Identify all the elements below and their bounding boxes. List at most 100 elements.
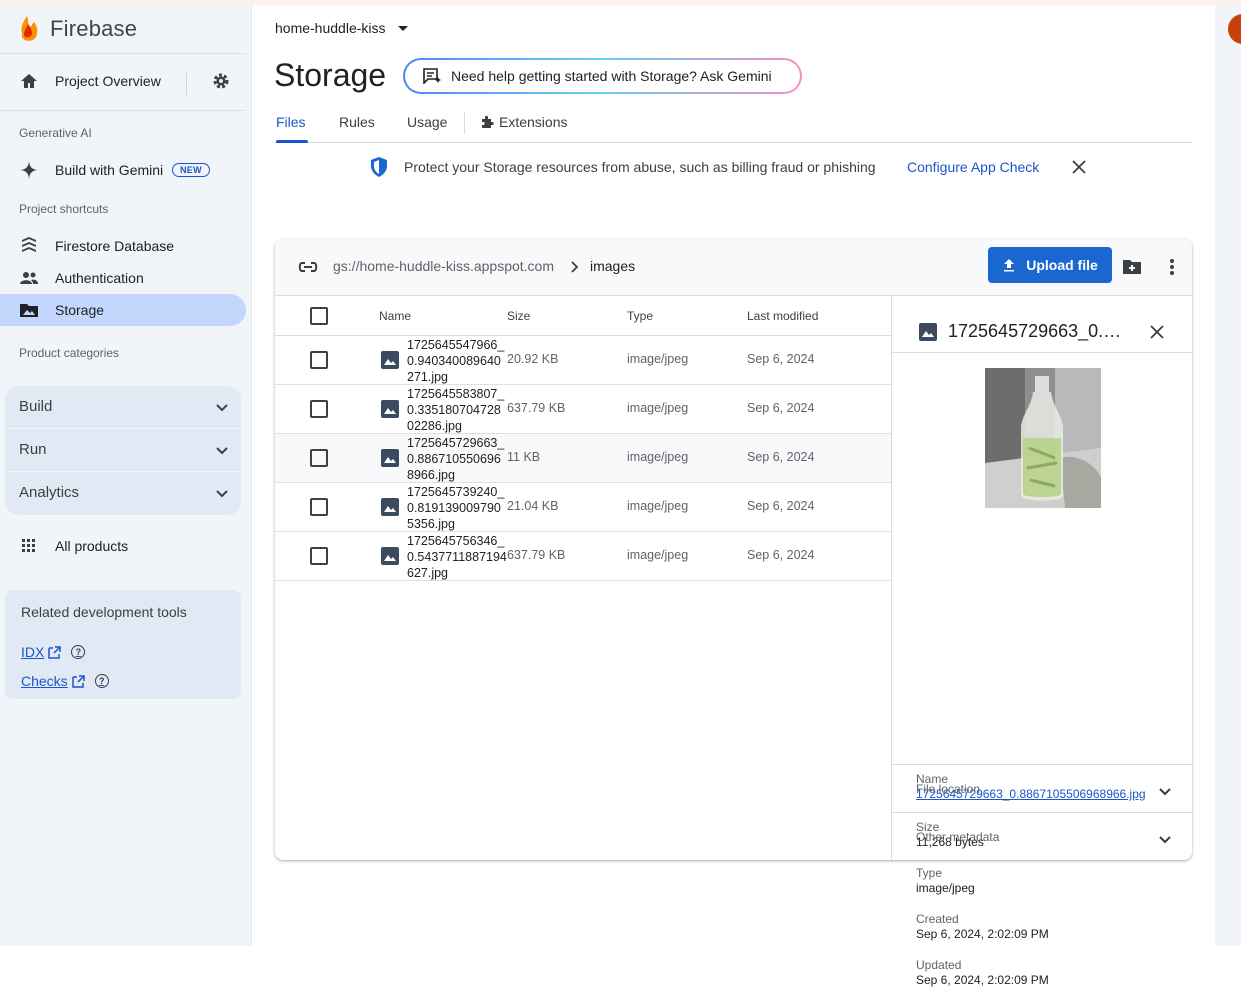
tab-extensions[interactable]: Extensions: [480, 114, 567, 130]
category-build[interactable]: Build: [5, 386, 241, 429]
file-type: image/jpeg: [627, 401, 689, 415]
checks-link[interactable]: Checks ?: [21, 673, 109, 689]
settings-gear-icon[interactable]: [212, 72, 230, 90]
divider: [0, 53, 246, 54]
column-last-modified[interactable]: Last modified: [747, 309, 818, 323]
row-checkbox[interactable]: [310, 449, 328, 467]
section-label-generative-ai: Generative AI: [19, 126, 92, 140]
nav-firestore-database[interactable]: Firestore Database: [0, 230, 246, 262]
chevron-right-icon: [571, 261, 579, 273]
nav-authentication[interactable]: Authentication: [0, 262, 246, 294]
bucket-path[interactable]: gs://home-huddle-kiss.appspot.com: [333, 258, 554, 274]
row-checkbox[interactable]: [310, 400, 328, 418]
row-checkbox[interactable]: [310, 498, 328, 516]
grid-icon: [22, 539, 35, 552]
chevron-down-icon: [216, 490, 228, 498]
nav-all-products[interactable]: All products: [0, 530, 246, 562]
category-run[interactable]: Run: [5, 429, 241, 472]
file-modified: Sep 6, 2024: [747, 352, 815, 366]
link-icon[interactable]: [297, 258, 319, 276]
file-name[interactable]: 1725645739240_0.8191390097905356.jpg: [407, 484, 507, 532]
file-size: 11 KB: [507, 450, 541, 464]
image-file-icon: [381, 400, 399, 418]
folder-path[interactable]: images: [590, 258, 635, 274]
link-label: Checks: [21, 673, 68, 689]
image-preview-thumbnail[interactable]: [985, 368, 1101, 508]
detail-created-value: Sep 6, 2024, 2:02:09 PM: [916, 927, 1049, 941]
file-modified: Sep 6, 2024: [747, 450, 815, 464]
column-type[interactable]: Type: [627, 309, 653, 323]
table-row[interactable]: 1725645583807_0.33518070472802286.jpg 63…: [275, 385, 891, 434]
divider: [0, 110, 246, 111]
file-name[interactable]: 1725645729663_0.8867105506968966.jpg: [407, 435, 507, 483]
open-in-new-icon: [71, 674, 85, 688]
tab-rules[interactable]: Rules: [339, 114, 375, 130]
file-detail-panel: 1725645729663_0.… Name 1725645729663_0.8…: [891, 296, 1192, 987]
create-folder-icon[interactable]: [1122, 258, 1142, 276]
ask-gemini-button[interactable]: Need help getting started with Storage? …: [403, 58, 802, 94]
tab-bar: Files Rules Usage Extensions: [275, 106, 1192, 143]
image-file-icon: [381, 498, 399, 516]
open-in-new-icon: [48, 645, 62, 659]
row-checkbox[interactable]: [310, 547, 328, 565]
section-label: Other metadata: [916, 830, 1000, 844]
idx-link[interactable]: IDX ?: [21, 644, 86, 660]
help-icon[interactable]: ?: [94, 674, 109, 688]
firestore-icon: [22, 237, 36, 252]
category-label: Analytics: [19, 484, 80, 501]
banner-text: Protect your Storage resources from abus…: [404, 159, 876, 175]
select-all-checkbox[interactable]: [310, 307, 328, 325]
detail-title: 1725645729663_0.…: [948, 321, 1122, 341]
nav-project-overview[interactable]: Project Overview: [0, 65, 246, 97]
link-label: IDX: [21, 644, 45, 660]
table-row-selected[interactable]: 1725645729663_0.8867105506968966.jpg 11 …: [275, 434, 891, 483]
row-checkbox[interactable]: [310, 351, 328, 369]
image-file-icon: [381, 449, 399, 467]
page-title: Storage: [274, 57, 387, 93]
close-icon[interactable]: [1071, 159, 1087, 175]
file-type: image/jpeg: [627, 450, 689, 464]
table-row[interactable]: 1725645739240_0.8191390097905356.jpg 21.…: [275, 483, 891, 532]
tab-files[interactable]: Files: [276, 114, 306, 130]
more-vert-icon[interactable]: [1169, 258, 1175, 276]
divider: [186, 73, 187, 95]
people-icon: [20, 272, 38, 284]
help-icon[interactable]: ?: [71, 645, 86, 659]
file-type: image/jpeg: [627, 548, 689, 562]
file-name[interactable]: 1725645547966_0.940340089640271.jpg: [407, 337, 507, 385]
nav-label: Firestore Database: [55, 238, 175, 254]
column-size[interactable]: Size: [507, 309, 530, 323]
nav-label: Build with Gemini: [55, 162, 164, 178]
file-size: 637.79 KB: [507, 401, 566, 415]
tab-label: Extensions: [499, 114, 568, 130]
file-name[interactable]: 1725645583807_0.33518070472802286.jpg: [407, 386, 507, 434]
detail-updated-label: Updated: [916, 958, 962, 972]
home-icon: [21, 74, 37, 88]
category-label: Build: [19, 398, 53, 415]
tab-usage[interactable]: Usage: [407, 114, 447, 130]
detail-updated-value: Sep 6, 2024, 2:02:09 PM: [916, 973, 1049, 987]
file-name[interactable]: 1725645756346_0.5437711887194627.jpg: [407, 533, 507, 581]
table-row[interactable]: 1725645547966_0.940340089640271.jpg 20.9…: [275, 336, 891, 385]
file-location-section[interactable]: File location: [892, 764, 1192, 812]
ask-gemini-inner: Need help getting started with Storage? …: [405, 60, 800, 92]
divider: [464, 112, 465, 134]
chevron-down-icon: [216, 447, 228, 455]
category-analytics[interactable]: Analytics: [5, 472, 241, 515]
column-name[interactable]: Name: [379, 309, 411, 323]
other-metadata-section[interactable]: Other metadata: [892, 812, 1192, 860]
configure-app-check-link[interactable]: Configure App Check: [907, 159, 1039, 175]
table-row[interactable]: 1725645756346_0.5437711887194627.jpg 637…: [275, 532, 891, 581]
related-tools-title: Related development tools: [21, 604, 187, 620]
section-label-categories: Product categories: [19, 346, 120, 360]
dropdown-caret-icon: [397, 25, 408, 31]
close-icon[interactable]: [1149, 324, 1165, 340]
nav-storage[interactable]: Storage: [0, 294, 246, 326]
file-type: image/jpeg: [627, 499, 689, 513]
upload-file-button[interactable]: Upload file: [988, 247, 1112, 283]
file-browser-card: gs://home-huddle-kiss.appspot.com images…: [275, 239, 1192, 987]
category-label: Run: [19, 441, 47, 458]
new-badge: NEW: [172, 163, 210, 177]
firebase-logo[interactable]: Firebase: [18, 15, 137, 43]
project-selector[interactable]: home-huddle-kiss: [275, 20, 408, 36]
